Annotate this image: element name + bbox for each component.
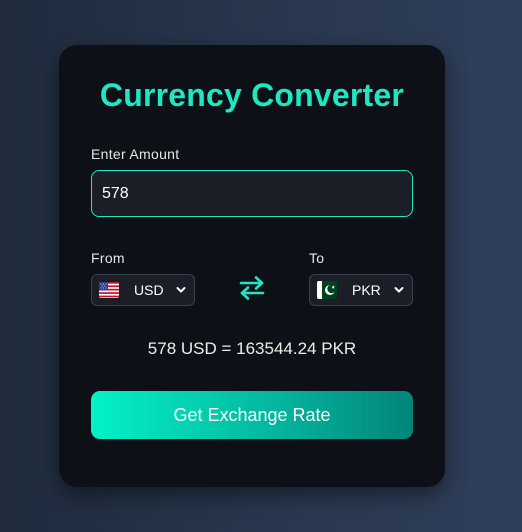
pk-flag-icon [316, 279, 338, 301]
to-label: To [309, 250, 325, 266]
chevron-down-icon [174, 283, 188, 297]
from-currency-select[interactable]: USD [91, 274, 195, 306]
amount-input[interactable] [91, 170, 413, 217]
get-exchange-rate-button[interactable]: Get Exchange Rate [91, 391, 413, 439]
converter-card: Currency Converter Enter Amount From To [59, 45, 445, 487]
swap-arrows-icon[interactable] [237, 274, 267, 302]
amount-label: Enter Amount [91, 146, 180, 162]
page-title: Currency Converter [99, 77, 405, 113]
to-currency-code: PKR [352, 282, 381, 298]
conversion-result: 578 USD = 163544.24 PKR [147, 339, 357, 358]
from-label: From [91, 250, 125, 266]
chevron-down-icon [392, 283, 406, 297]
us-flag-icon [98, 279, 120, 301]
to-currency-select[interactable]: PKR [309, 274, 413, 306]
from-currency-code: USD [134, 282, 164, 298]
